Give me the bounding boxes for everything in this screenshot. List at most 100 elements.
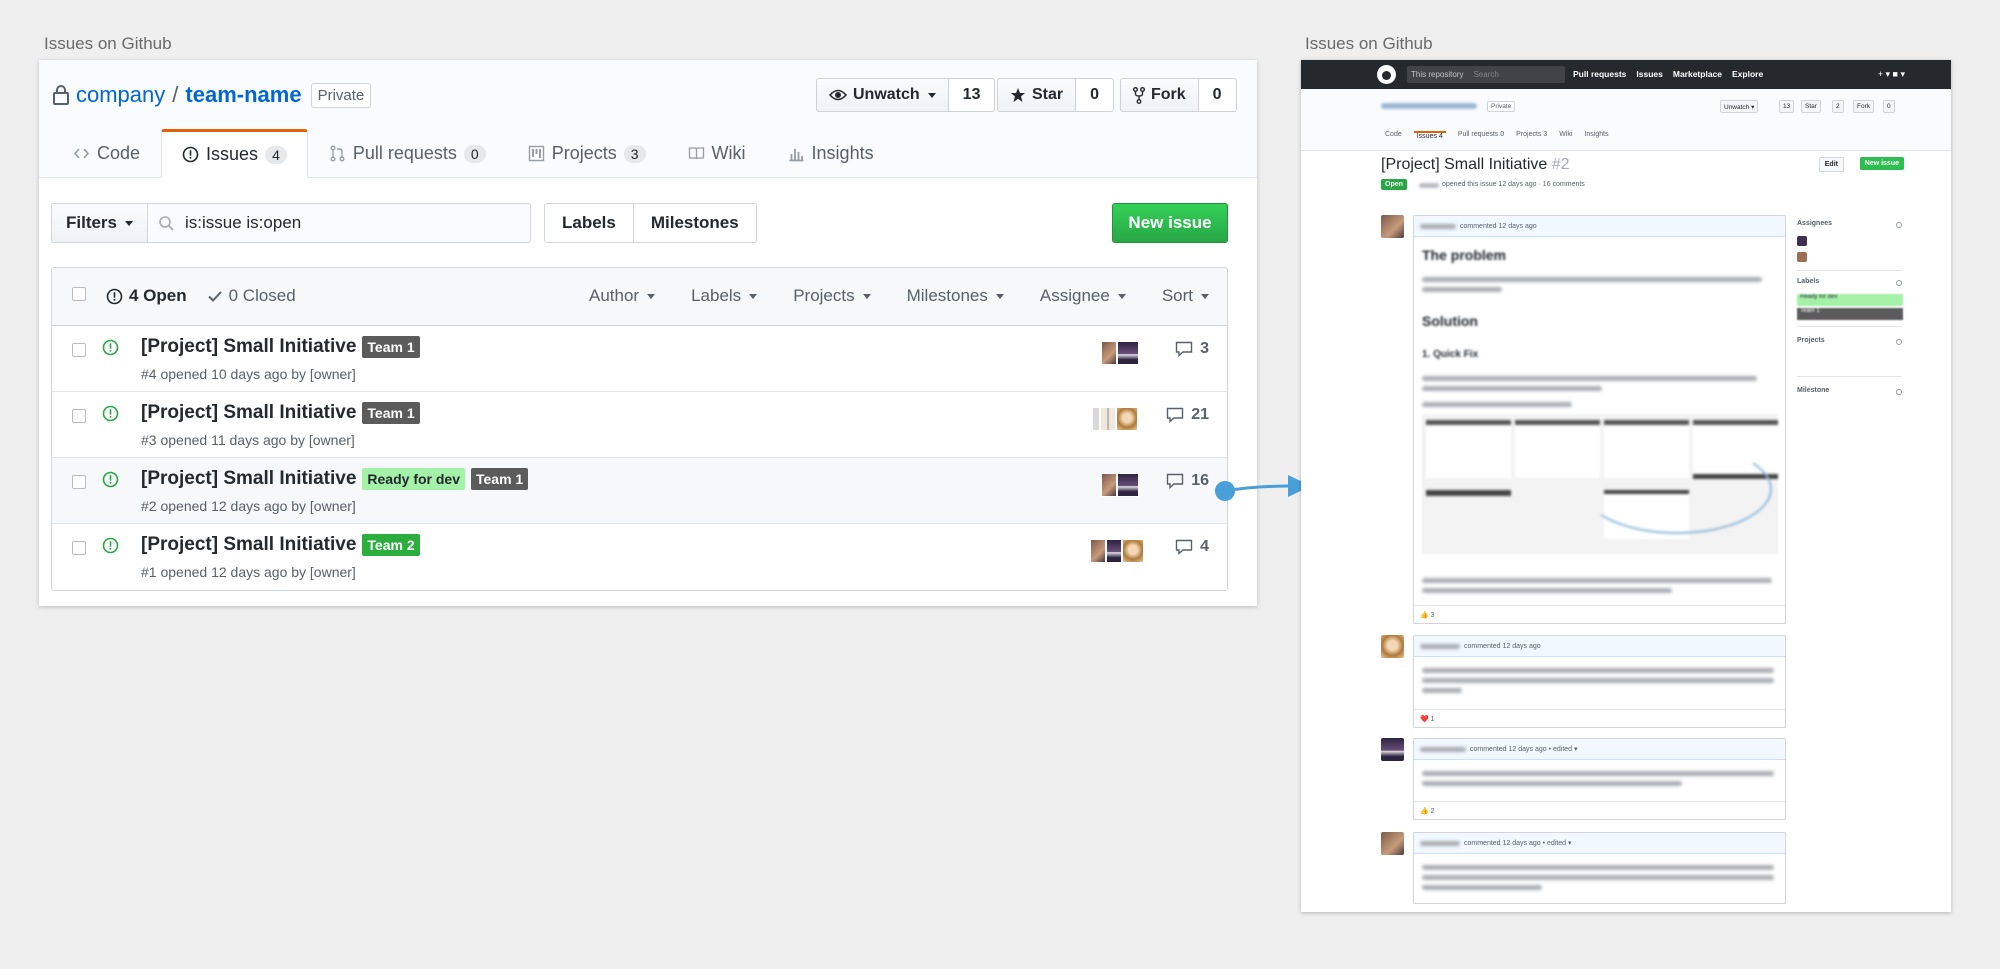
- comment-icon: [1175, 341, 1193, 357]
- tab-wiki[interactable]: Wiki: [667, 129, 767, 178]
- issue-opened-icon: [102, 339, 119, 356]
- header-menus[interactable]: + ▾ ■ ▾: [1878, 69, 1905, 80]
- chevron-down-icon: [862, 293, 871, 299]
- issue-row[interactable]: [Project] Small Initiative Team 1 #3 ope…: [52, 392, 1227, 458]
- author-filter[interactable]: Author: [589, 286, 656, 306]
- avatar[interactable]: [1381, 635, 1404, 658]
- milestones-filter[interactable]: Milestones: [907, 286, 1004, 306]
- reactions-bar[interactable]: 👍 3: [1414, 605, 1785, 623]
- reactions-bar[interactable]: 👍 2: [1414, 801, 1785, 819]
- assignee-avatars[interactable]: [1090, 539, 1144, 563]
- issue-row[interactable]: [Project] Small Initiative Team 1 #4 ope…: [52, 326, 1227, 392]
- assignee-avatars[interactable]: [1101, 341, 1139, 365]
- comment-box: commented 12 days ago • edited ▾: [1413, 832, 1786, 904]
- issue-meta: #4 opened 10 days ago by [owner]: [141, 366, 356, 382]
- new-issue-button[interactable]: New issue: [1112, 203, 1228, 243]
- comments-link[interactable]: 16: [1166, 472, 1209, 490]
- commenter-blurred: [1420, 746, 1466, 752]
- label-badge[interactable]: Team 2: [362, 534, 420, 556]
- sidebar-label-chip[interactable]: Team 1: [1797, 308, 1903, 320]
- assignee-filter[interactable]: Assignee: [1040, 286, 1126, 306]
- labels-filter[interactable]: Labels: [691, 286, 758, 306]
- nav-pull-requests[interactable]: Pull requests: [1573, 69, 1626, 79]
- gear-icon[interactable]: [1896, 389, 1902, 395]
- mini-star-button[interactable]: Star: [1801, 100, 1821, 113]
- sort-filter[interactable]: Sort: [1162, 286, 1209, 306]
- mini-tab-insights[interactable]: Insights: [1584, 131, 1608, 140]
- issue-row[interactable]: [Project] Small Initiative Team 2 #1 ope…: [52, 524, 1227, 590]
- issue-title-link[interactable]: [Project] Small Initiative: [141, 402, 356, 424]
- assignee-avatars[interactable]: [1092, 407, 1138, 431]
- sidebar-label-chip[interactable]: Ready for dev: [1797, 294, 1903, 306]
- reactions-bar[interactable]: ❤️ 1: [1414, 709, 1785, 727]
- issue-title-row: [Project] Small Initiative Team 2: [141, 534, 420, 556]
- mini-tab-code[interactable]: Code: [1385, 131, 1402, 140]
- issues-search-input[interactable]: [185, 213, 505, 233]
- issue-checkbox[interactable]: [72, 475, 86, 489]
- global-search-field[interactable]: This repository Search: [1407, 66, 1565, 83]
- mini-star-count[interactable]: 2: [1832, 100, 1844, 113]
- issue-title-link[interactable]: [Project] Small Initiative: [141, 534, 356, 556]
- avatar[interactable]: [1381, 215, 1404, 238]
- issues-list: 4 Open 0 Closed Author Labels Projects M…: [51, 267, 1228, 591]
- mini-new-issue-button[interactable]: New issue: [1859, 157, 1904, 170]
- watchers-count[interactable]: 13: [948, 78, 996, 112]
- repo-name-link[interactable]: team-name: [185, 82, 301, 108]
- issue-number: #2: [1551, 156, 1570, 173]
- stars-count[interactable]: 0: [1076, 78, 1115, 112]
- mini-fork-count[interactable]: 0: [1883, 100, 1895, 113]
- comments-link[interactable]: 4: [1175, 538, 1209, 556]
- tab-pull-requests[interactable]: Pull requests 0: [308, 129, 507, 178]
- milestones-button[interactable]: Milestones: [633, 203, 757, 243]
- assignee-avatars[interactable]: [1101, 473, 1139, 497]
- comment-box: commented 12 days ago ❤️ 1: [1413, 635, 1786, 728]
- labels-button[interactable]: Labels: [544, 203, 634, 243]
- unwatch-button[interactable]: Unwatch: [816, 78, 949, 112]
- mini-tab-pulls[interactable]: Pull requests 0: [1458, 131, 1504, 140]
- select-all-checkbox[interactable]: [72, 287, 86, 301]
- filters-dropdown[interactable]: Filters: [51, 203, 148, 243]
- author-blurred: [1419, 183, 1439, 188]
- mini-tab-issues[interactable]: Issues 4: [1413, 131, 1446, 140]
- mini-tab-projects[interactable]: Projects 3: [1516, 131, 1547, 140]
- tab-insights[interactable]: Insights: [767, 129, 895, 178]
- gear-icon[interactable]: [1896, 339, 1902, 345]
- tab-code[interactable]: Code: [52, 129, 161, 178]
- gear-icon[interactable]: [1896, 222, 1902, 228]
- git-pull-request-icon: [330, 145, 345, 162]
- mini-tab-wiki[interactable]: Wiki: [1559, 131, 1572, 140]
- mini-watch-count[interactable]: 13: [1779, 100, 1795, 113]
- comments-link[interactable]: 3: [1175, 340, 1209, 358]
- label-badge[interactable]: Team 1: [362, 402, 420, 424]
- mini-fork-button[interactable]: Fork: [1853, 100, 1874, 113]
- fork-button[interactable]: Fork: [1120, 78, 1199, 112]
- github-logo-icon[interactable]: [1377, 65, 1396, 84]
- comments-link[interactable]: 21: [1166, 406, 1209, 424]
- issue-title-link[interactable]: [Project] Small Initiative: [141, 336, 356, 358]
- nav-issues[interactable]: Issues: [1636, 69, 1662, 79]
- issue-checkbox[interactable]: [72, 343, 86, 357]
- mini-unwatch-button[interactable]: Unwatch ▾: [1720, 100, 1759, 113]
- edit-title-button[interactable]: Edit: [1818, 157, 1844, 172]
- forks-count[interactable]: 0: [1198, 78, 1237, 112]
- avatar[interactable]: [1381, 738, 1404, 761]
- comment-header: commented 12 days ago • edited ▾: [1414, 833, 1785, 854]
- tab-issues[interactable]: Issues 4: [161, 129, 308, 178]
- repo-owner-link[interactable]: company: [76, 82, 165, 108]
- nav-explore[interactable]: Explore: [1732, 69, 1763, 79]
- nav-marketplace[interactable]: Marketplace: [1673, 69, 1722, 79]
- issue-checkbox[interactable]: [72, 409, 86, 423]
- issue-row[interactable]: [Project] Small Initiative Ready for dev…: [52, 458, 1227, 524]
- issue-checkbox[interactable]: [72, 541, 86, 555]
- label-badge[interactable]: Ready for dev: [362, 468, 465, 490]
- gear-icon[interactable]: [1896, 280, 1902, 286]
- label-badge[interactable]: Team 1: [362, 336, 420, 358]
- issue-title-link[interactable]: [Project] Small Initiative: [141, 468, 356, 490]
- avatar[interactable]: [1381, 832, 1404, 855]
- projects-filter[interactable]: Projects: [793, 286, 871, 306]
- tab-projects[interactable]: Projects 3: [507, 129, 667, 178]
- star-button[interactable]: Star: [997, 78, 1077, 112]
- closed-state-link[interactable]: 0 Closed: [207, 286, 296, 306]
- open-state-link[interactable]: 4 Open: [106, 286, 187, 306]
- label-badge[interactable]: Team 1: [471, 468, 529, 490]
